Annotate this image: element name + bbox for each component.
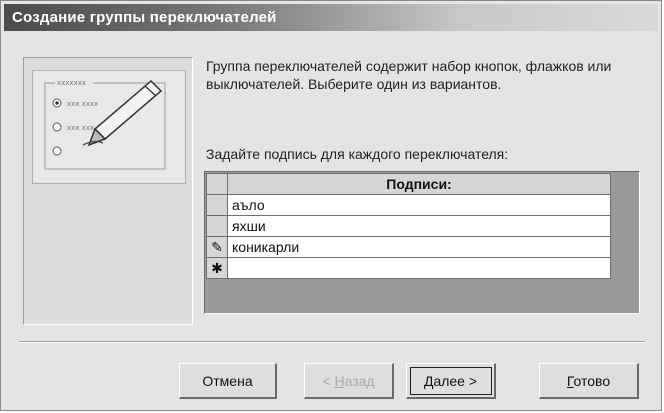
labels-grid[interactable]: Подписи: аъло яхши ✎ коникарли ✱ <box>204 171 640 314</box>
option-group-illustration: xxxxxxx xxx xxxx xxx xxx <box>32 70 186 184</box>
button-separator <box>19 341 645 343</box>
label-cell[interactable] <box>227 257 611 279</box>
label-cell[interactable]: аъло <box>227 194 611 216</box>
grid-corner <box>206 173 228 195</box>
back-label: азад <box>344 372 375 389</box>
finish-label: отово <box>573 372 611 389</box>
new-row-asterisk-icon[interactable]: ✱ <box>206 257 228 279</box>
back-mnemonic: Н <box>334 372 345 389</box>
wizard-description: Группа переключателей содержит набор кно… <box>206 58 612 92</box>
edit-pencil-icon[interactable]: ✎ <box>206 236 228 258</box>
table-row[interactable]: аъло <box>206 194 611 216</box>
label-cell[interactable]: яхши <box>227 215 611 237</box>
option-group-drawing: xxxxxxx xxx xxxx xxx xxx <box>44 77 166 170</box>
back-button[interactable]: < Назад <box>304 363 394 399</box>
table-row[interactable]: яхши <box>206 215 611 237</box>
labels-table: Подписи: аъло яхши ✎ коникарли ✱ <box>206 173 611 279</box>
label-cell[interactable]: коникарли <box>227 236 611 258</box>
svg-text:xxx xxx: xxx xxx <box>67 124 94 132</box>
wizard-dialog: Создание группы переключателей xxxxxxx x… <box>0 0 662 411</box>
svg-text:xxxxxxx: xxxxxxx <box>57 79 86 87</box>
table-row[interactable]: ✱ <box>206 257 611 279</box>
row-selector[interactable] <box>206 215 228 237</box>
grid-header-row: Подписи: <box>206 173 611 195</box>
finish-button[interactable]: Готово <box>539 363 639 399</box>
cancel-button[interactable]: Отмена <box>179 363 277 399</box>
next-mnemonic: Д <box>423 372 434 389</box>
illustration-panel: xxxxxxx xxx xxxx xxx xxx <box>23 57 193 325</box>
labels-prompt: Задайте подпись для каждого переключател… <box>206 146 509 162</box>
next-button[interactable]: Далее > <box>406 363 496 399</box>
column-header-labels[interactable]: Подписи: <box>227 173 611 195</box>
pencil-icon <box>82 79 163 147</box>
next-label: алее > <box>433 372 478 389</box>
dialog-title: Создание группы переключателей <box>4 4 658 31</box>
table-row[interactable]: ✎ коникарли <box>206 236 611 258</box>
back-prefix: < <box>322 372 335 389</box>
svg-text:xxx xxxx: xxx xxxx <box>67 100 98 108</box>
row-selector[interactable] <box>206 194 228 216</box>
finish-mnemonic: Г <box>566 372 574 389</box>
